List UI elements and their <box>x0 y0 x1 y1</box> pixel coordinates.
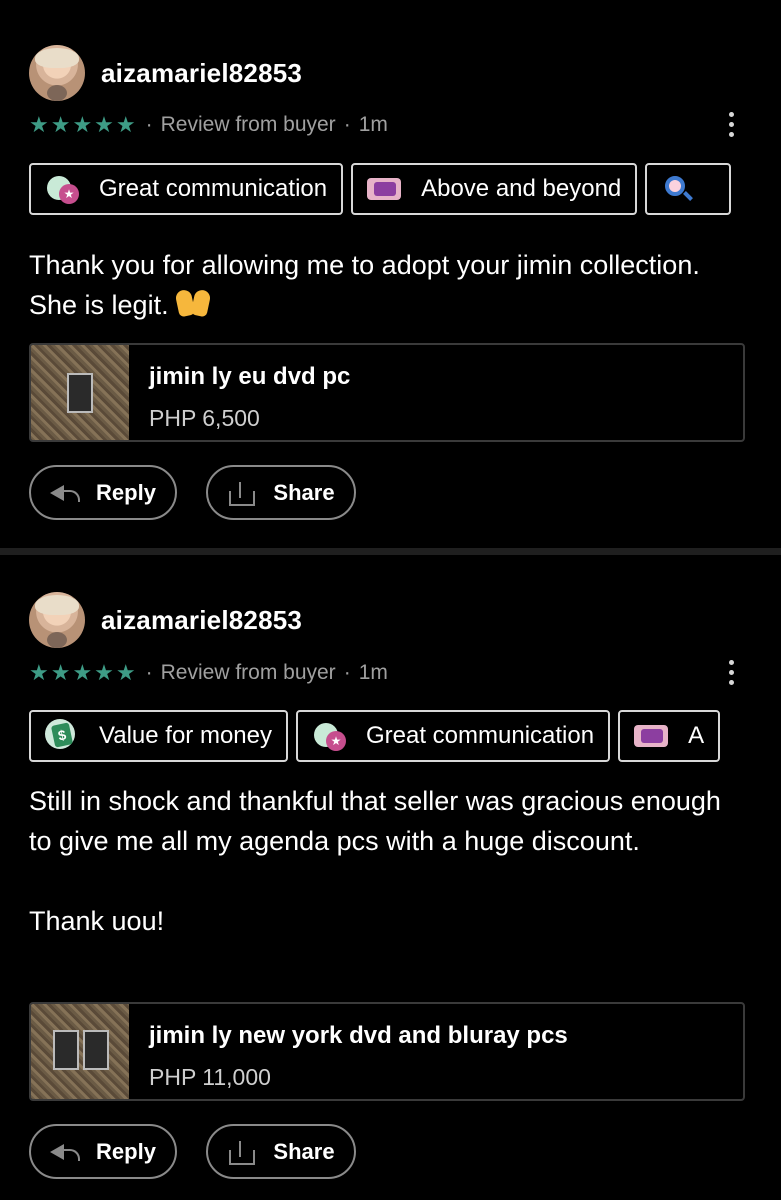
reply-icon <box>50 1141 81 1163</box>
separator-dot: · <box>343 661 351 684</box>
review-time: 1m <box>358 113 388 136</box>
reply-label: Reply <box>96 479 156 505</box>
review-actions: Reply Share <box>29 465 356 520</box>
review-tags: Value for money Great communication A <box>29 710 752 766</box>
review-meta: ★★★★★ · Review from buyer · 1m <box>29 112 388 138</box>
star-rating: ★★★★★ <box>29 660 138 685</box>
tag-label: Great communication <box>99 175 328 202</box>
username[interactable]: aizamariel82853 <box>101 58 302 89</box>
separator-dot: · <box>145 661 153 684</box>
reply-button[interactable]: Reply <box>29 465 177 520</box>
share-button[interactable]: Share <box>206 1124 356 1179</box>
tag-chip <box>645 163 732 215</box>
tag-label: Great communication <box>365 722 595 749</box>
product-thumbnail <box>31 1004 129 1099</box>
review-text: Thank you for allowing me to adopt your … <box>29 245 729 325</box>
tag-chip: Great communication <box>295 710 611 762</box>
tag-chip: Above and beyond <box>351 163 638 215</box>
product-title: jimin ly new york dvd and bluray pcs <box>149 1022 568 1049</box>
separator-dot: · <box>343 113 351 136</box>
review-card: aizamariel82853 ★★★★★ · Review from buye… <box>0 0 781 548</box>
share-button[interactable]: Share <box>206 465 356 520</box>
product-thumbnail <box>31 345 129 440</box>
tag-chip: A <box>618 710 721 762</box>
reply-icon <box>50 482 81 504</box>
tag-chip: Value for money <box>29 710 288 762</box>
share-label: Share <box>273 479 335 505</box>
reviewer-header: aizamariel82853 <box>29 45 302 101</box>
section-divider <box>0 548 781 555</box>
more-options-icon[interactable] <box>729 660 735 685</box>
great-communication-icon <box>312 719 346 753</box>
share-icon <box>227 481 256 506</box>
reply-label: Reply <box>96 1138 156 1164</box>
review-time: 1m <box>358 661 388 684</box>
review-meta: ★★★★★ · Review from buyer · 1m <box>29 660 388 686</box>
above-and-beyond-icon <box>367 172 402 206</box>
review-type: Review from buyer <box>160 661 336 684</box>
review-tags: Great communication Above and beyond <box>29 163 752 219</box>
tag-label: Value for money <box>99 722 272 749</box>
username[interactable]: aizamariel82853 <box>101 605 302 636</box>
tag-chip: Great communication <box>29 163 344 215</box>
star-rating: ★★★★★ <box>29 112 138 137</box>
product-price: PHP 6,500 <box>149 405 260 431</box>
value-for-money-icon <box>45 719 79 753</box>
tag-label: A <box>688 722 705 749</box>
review-text: Still in shock and thankful that seller … <box>29 786 721 936</box>
product-card[interactable]: jimin ly new york dvd and bluray pcs PHP… <box>29 1002 745 1101</box>
product-title: jimin ly eu dvd pc <box>149 363 351 390</box>
reply-button[interactable]: Reply <box>29 1124 177 1179</box>
review-text-content: Thank you for allowing me to adopt your … <box>29 250 700 320</box>
great-communication-icon <box>45 172 79 206</box>
search-badge-icon <box>661 172 695 206</box>
tag-label: Above and beyond <box>421 175 622 202</box>
raising-hands-emoji-icon <box>175 286 211 320</box>
product-card[interactable]: jimin ly eu dvd pc PHP 6,500 <box>29 343 745 442</box>
above-and-beyond-icon <box>634 719 669 753</box>
avatar[interactable] <box>29 592 85 648</box>
review-card: aizamariel82853 ★★★★★ · Review from buye… <box>0 555 781 1200</box>
product-price: PHP 11,000 <box>149 1064 271 1090</box>
reviewer-header: aizamariel82853 <box>29 592 302 648</box>
avatar[interactable] <box>29 45 85 101</box>
review-type: Review from buyer <box>160 113 336 136</box>
review-actions: Reply Share <box>29 1124 356 1179</box>
share-label: Share <box>273 1138 335 1164</box>
more-options-icon[interactable] <box>729 112 735 137</box>
share-icon <box>227 1140 256 1165</box>
separator-dot: · <box>145 113 153 136</box>
